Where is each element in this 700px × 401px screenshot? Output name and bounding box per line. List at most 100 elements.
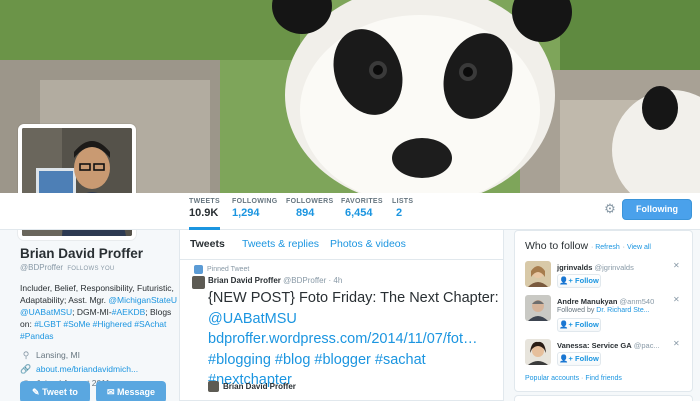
- bio-link[interactable]: #SAchat: [134, 319, 166, 329]
- profile-handle[interactable]: @BDProffer: [20, 263, 63, 272]
- card-author-name: Brian David Proffer: [223, 382, 296, 391]
- tweet-url-link[interactable]: bdproffer.wordpress.com/2014/11/07/fot…: [208, 329, 500, 350]
- gear-icon[interactable]: ⚙: [603, 202, 617, 216]
- follow-person-icon: 👤+: [559, 276, 576, 285]
- profile-location: ⚲ Lansing, MI: [20, 348, 180, 362]
- message-label: Message: [117, 387, 156, 397]
- follows-you-badge: FOLLOWS YOU: [67, 266, 115, 272]
- timeline-tabs: Tweets Tweets & replies Photos & videos: [180, 230, 503, 260]
- stat-label: LISTS: [392, 198, 414, 205]
- follow-person-icon: 👤+: [559, 320, 576, 329]
- bio-link[interactable]: #Pandas: [20, 331, 54, 341]
- followed-by-prefix: Followed by: [557, 307, 597, 314]
- refresh-link[interactable]: Refresh: [595, 244, 620, 251]
- stat-value: 1,294: [232, 207, 260, 219]
- message-button[interactable]: ✉ Message: [96, 381, 166, 401]
- tweet-hashtags[interactable]: #blogging #blog #blogger #sachat: [208, 350, 500, 371]
- tweet-timestamp[interactable]: · 4h: [328, 276, 342, 285]
- tweet-to-label: Tweet to: [42, 387, 78, 397]
- suggestion-avatar[interactable]: [525, 339, 551, 365]
- tweet-mention-link[interactable]: @UABatMSU: [208, 309, 500, 330]
- suggestion-name[interactable]: jgrinvalds: [557, 263, 592, 272]
- stat-label: FAVORITES: [341, 198, 383, 205]
- tweet-card-author[interactable]: Brian David Proffer: [208, 381, 296, 392]
- suggestion-item: Andre Manukyan @anm540 Followed by Dr. R…: [525, 295, 690, 335]
- who-to-follow-header: Who to follow · Refresh · View all: [525, 240, 651, 252]
- stat-favorites[interactable]: FAVORITES 6,454: [341, 193, 383, 230]
- bio-link[interactable]: @MichiganStateU: [108, 295, 177, 305]
- suggestion-handle[interactable]: @jgrinvalds: [595, 263, 634, 272]
- bio-link[interactable]: #AEKDB: [112, 307, 146, 317]
- tweet-to-button[interactable]: ✎ Tweet to: [20, 381, 90, 401]
- suggestion-name[interactable]: Vanessa: Service GA: [557, 341, 632, 350]
- following-button[interactable]: Following: [622, 199, 692, 220]
- view-all-link[interactable]: View all: [627, 244, 651, 251]
- tab-photos-videos[interactable]: Photos & videos: [330, 238, 406, 250]
- bio-link[interactable]: #LGBT: [34, 319, 61, 329]
- stat-label: FOLLOWING: [232, 198, 278, 205]
- follow-label: Follow: [575, 276, 599, 285]
- card-author-avatar: [208, 381, 219, 392]
- bio-link[interactable]: #SoMe: [63, 319, 90, 329]
- follow-label: Follow: [575, 320, 599, 329]
- profile-bio: Includer, Belief, Responsibility, Futuri…: [20, 282, 180, 342]
- tweet-text: {NEW POST} Foto Friday: The Next Chapter…: [208, 288, 500, 391]
- suggestion-name-row: Andre Manukyan @anm540: [557, 297, 654, 306]
- suggestion-avatar[interactable]: [525, 295, 551, 321]
- who-to-follow-panel: Who to follow · Refresh · View all jgrin…: [514, 230, 693, 392]
- stat-label: FOLLOWERS: [286, 198, 334, 205]
- stat-tweets[interactable]: TWEETS 10.9K: [189, 193, 220, 230]
- followed-by-link[interactable]: Dr. Richard Ste...: [596, 307, 649, 314]
- next-module-edge: [514, 395, 693, 401]
- pinned-tweet-label: Pinned Tweet: [194, 265, 249, 274]
- location-text: Lansing, MI: [36, 350, 80, 360]
- stat-lists[interactable]: LISTS 2: [392, 193, 413, 230]
- profile-website: 🔗 about.me/briandavidmich...: [20, 362, 180, 376]
- follow-button[interactable]: 👤+ Follow: [557, 274, 601, 288]
- suggestion-name-row: Vanessa: Service GA @pac...: [557, 341, 660, 350]
- tweet-author-avatar[interactable]: [192, 276, 205, 289]
- timeline: Tweets Tweets & replies Photos & videos …: [179, 230, 504, 401]
- suggestion-item: Vanessa: Service GA @pac... 👤+ Follow ✕: [525, 339, 690, 379]
- tab-tweets-replies[interactable]: Tweets & replies: [242, 238, 319, 250]
- message-icon: ✉: [106, 387, 117, 397]
- profile-card: Brian David Proffer @BDProffer FOLLOWS Y…: [20, 246, 180, 390]
- who-to-follow-title: Who to follow: [525, 240, 589, 252]
- suggestion-handle[interactable]: @pac...: [634, 341, 660, 350]
- close-icon[interactable]: ✕: [673, 339, 680, 348]
- stat-label: TWEETS: [189, 198, 220, 205]
- website-link[interactable]: about.me/briandavidmich...: [36, 362, 138, 376]
- suggestion-handle[interactable]: @anm540: [620, 297, 655, 306]
- stat-value: 2: [396, 207, 403, 219]
- compose-icon: ✎: [32, 387, 43, 397]
- suggestion-avatar[interactable]: [525, 261, 551, 287]
- pinned-text: Pinned Tweet: [207, 266, 250, 273]
- bio-link[interactable]: #Highered: [93, 319, 132, 329]
- link-icon: 🔗: [20, 364, 32, 374]
- follow-label: Follow: [575, 354, 599, 363]
- bio-link[interactable]: @UABatMSU: [20, 307, 72, 317]
- tweet-line: {NEW POST} Foto Friday: The Next Chapter…: [208, 290, 499, 306]
- location-pin-icon: ⚲: [22, 350, 30, 360]
- find-friends-link[interactable]: Find friends: [585, 375, 622, 382]
- suggestion-name[interactable]: Andre Manukyan: [557, 297, 617, 306]
- followed-by-text: Followed by Dr. Richard Ste...: [557, 307, 650, 314]
- pin-icon: [194, 265, 203, 274]
- tweet-author-name[interactable]: Brian David Proffer: [208, 276, 281, 285]
- close-icon[interactable]: ✕: [673, 261, 680, 270]
- follow-person-icon: 👤+: [559, 354, 576, 363]
- tweet-author-handle[interactable]: @BDProffer: [283, 276, 326, 285]
- profile-name[interactable]: Brian David Proffer: [20, 246, 180, 261]
- popular-accounts-link[interactable]: Popular accounts: [525, 375, 579, 382]
- stat-value: 10.9K: [189, 207, 219, 219]
- close-icon[interactable]: ✕: [673, 295, 680, 304]
- stat-followers[interactable]: FOLLOWERS 894: [286, 193, 333, 230]
- follow-button[interactable]: 👤+ Follow: [557, 352, 601, 366]
- suggestion-name-row: jgrinvalds @jgrinvalds: [557, 263, 634, 272]
- tab-tweets[interactable]: Tweets: [190, 238, 225, 250]
- follow-button[interactable]: 👤+ Follow: [557, 318, 601, 332]
- profile-nav-bar: TWEETS 10.9K FOLLOWING 1,294 FOLLOWERS 8…: [0, 193, 700, 230]
- bio-text: ; DGM-MI-: [72, 307, 112, 317]
- stat-following[interactable]: FOLLOWING 1,294: [232, 193, 277, 230]
- stat-value: 894: [296, 207, 315, 219]
